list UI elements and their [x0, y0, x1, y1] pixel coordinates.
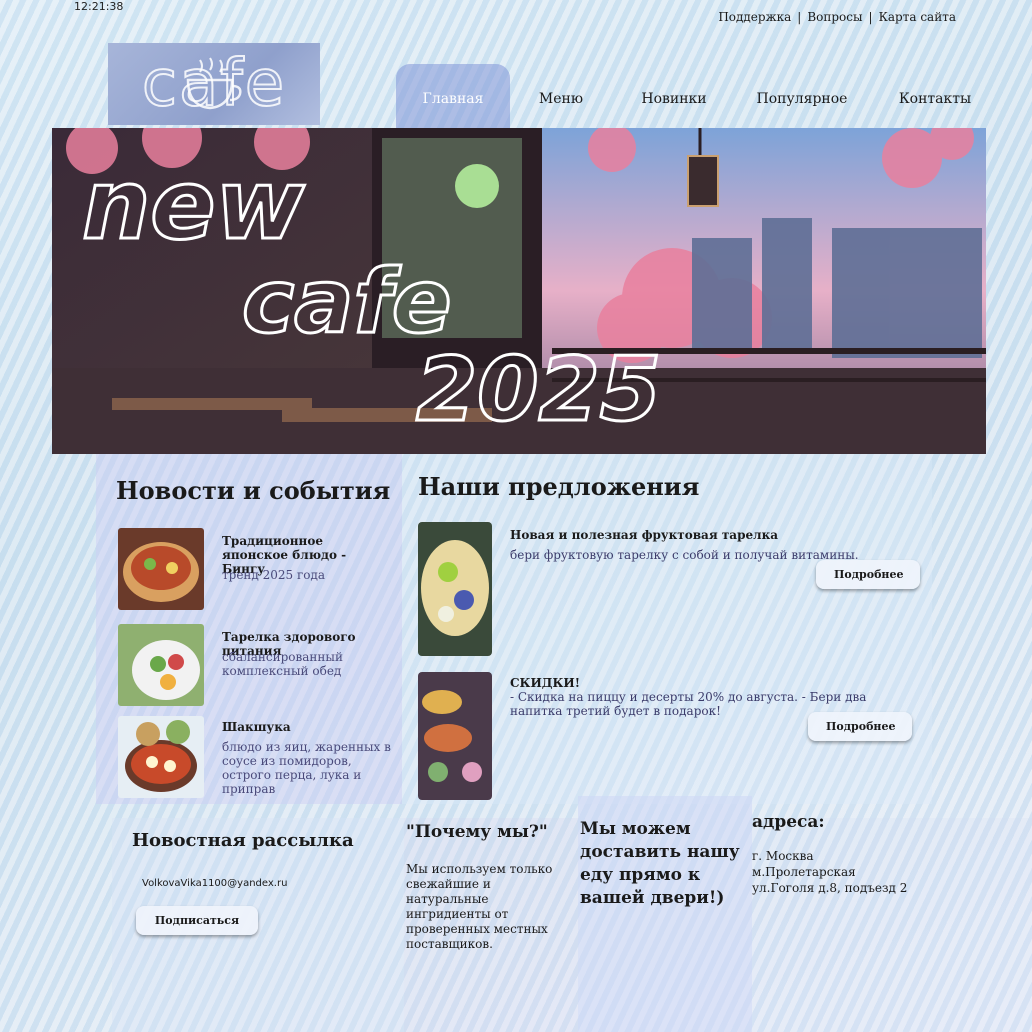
- address-section: адреса: г. Москва м.Пролетарская ул.Гого…: [752, 812, 1032, 1032]
- newsletter-section: Новостная рассылка VolkovaVika1100@yande…: [112, 818, 404, 1032]
- hero-banner: new cafe 2025: [52, 128, 986, 454]
- offer-card: Новая и полезная фруктовая тарелка бери …: [418, 522, 920, 662]
- news-thumb-shakshuka: [118, 716, 204, 798]
- cafe-scene-illustration: new cafe 2025: [52, 128, 986, 454]
- news-item[interactable]: Шакшука блюдо из яиц, жаренных в соусе и…: [118, 716, 391, 802]
- news-item-subtitle: блюдо из яиц, жаренных в соусе из помидо…: [222, 740, 391, 796]
- top-links: Поддержка | Вопросы | Карта сайта: [712, 10, 962, 24]
- news-thumb-healthy-plate: [118, 624, 204, 706]
- address-text: г. Москва м.Пролетарская ул.Гоголя д.8, …: [752, 849, 908, 895]
- nav-new[interactable]: Новинки: [628, 64, 720, 134]
- offer-title: Новая и полезная фруктовая тарелка: [510, 528, 779, 542]
- news-item-subtitle: сбалансированный комплексный обед: [222, 650, 343, 678]
- nav-home[interactable]: Главная: [396, 64, 510, 134]
- offer-thumb-pizza-desserts: [418, 672, 492, 800]
- newsletter-email-field[interactable]: VolkovaVika1100@yandex.ru: [142, 878, 287, 889]
- main-nav: Главная Меню Новинки Популярное Контакты: [396, 64, 988, 134]
- newsletter-heading: Новостная рассылка: [132, 830, 354, 851]
- address-heading: адреса:: [752, 812, 825, 832]
- top-link-faq[interactable]: Вопросы: [801, 10, 868, 24]
- offers-heading: Наши предложения: [418, 472, 700, 501]
- why-us-text: Мы используем только свежайшие и натурал…: [406, 862, 553, 951]
- offer-title: СКИДКИ!: [510, 676, 580, 690]
- news-heading: Новости и события: [116, 476, 391, 505]
- top-link-support[interactable]: Поддержка: [712, 10, 797, 24]
- delivery-section: Мы можем доставить нашу еду прямо к ваше…: [578, 796, 752, 1032]
- banner-line-2025: 2025: [416, 338, 661, 441]
- banner-line-new: new: [82, 149, 304, 261]
- news-item[interactable]: Традиционное японское блюдо - Бингу трен…: [118, 528, 388, 614]
- top-link-sitemap[interactable]: Карта сайта: [873, 10, 962, 24]
- subscribe-button[interactable]: Подписаться: [136, 906, 258, 935]
- nav-contacts[interactable]: Контакты: [886, 64, 984, 134]
- news-thumb-bingsu: [118, 528, 204, 610]
- nav-menu[interactable]: Меню: [526, 64, 596, 134]
- news-item[interactable]: Тарелка здорового питания сбалансированн…: [118, 624, 388, 710]
- coffee-cup-icon: [186, 57, 242, 110]
- offers-panel: Наши предложения Новая и полезная фрукто…: [402, 454, 932, 804]
- news-item-title: Шакшука: [222, 720, 291, 734]
- why-us-heading: "Почему мы?": [406, 822, 548, 842]
- news-item-subtitle: тренд 2025 года: [222, 568, 326, 582]
- delivery-text: Мы можем доставить нашу еду прямо к ваше…: [580, 819, 740, 908]
- status-clock: 12:21:38: [74, 0, 124, 13]
- news-panel: Новости и события Традиционное японское …: [96, 454, 402, 804]
- offer-card: СКИДКИ! - Скидка на пиццу и десерты 20% …: [418, 672, 918, 802]
- offer-more-button[interactable]: Подробнее: [808, 712, 912, 741]
- site-logo[interactable]: cafe: [108, 43, 320, 125]
- offer-more-button[interactable]: Подробнее: [816, 560, 920, 589]
- offer-thumb-fruit-plate: [418, 522, 492, 656]
- why-us-section: "Почему мы?" Мы используем только свежай…: [404, 818, 578, 1032]
- nav-popular[interactable]: Популярное: [750, 64, 854, 134]
